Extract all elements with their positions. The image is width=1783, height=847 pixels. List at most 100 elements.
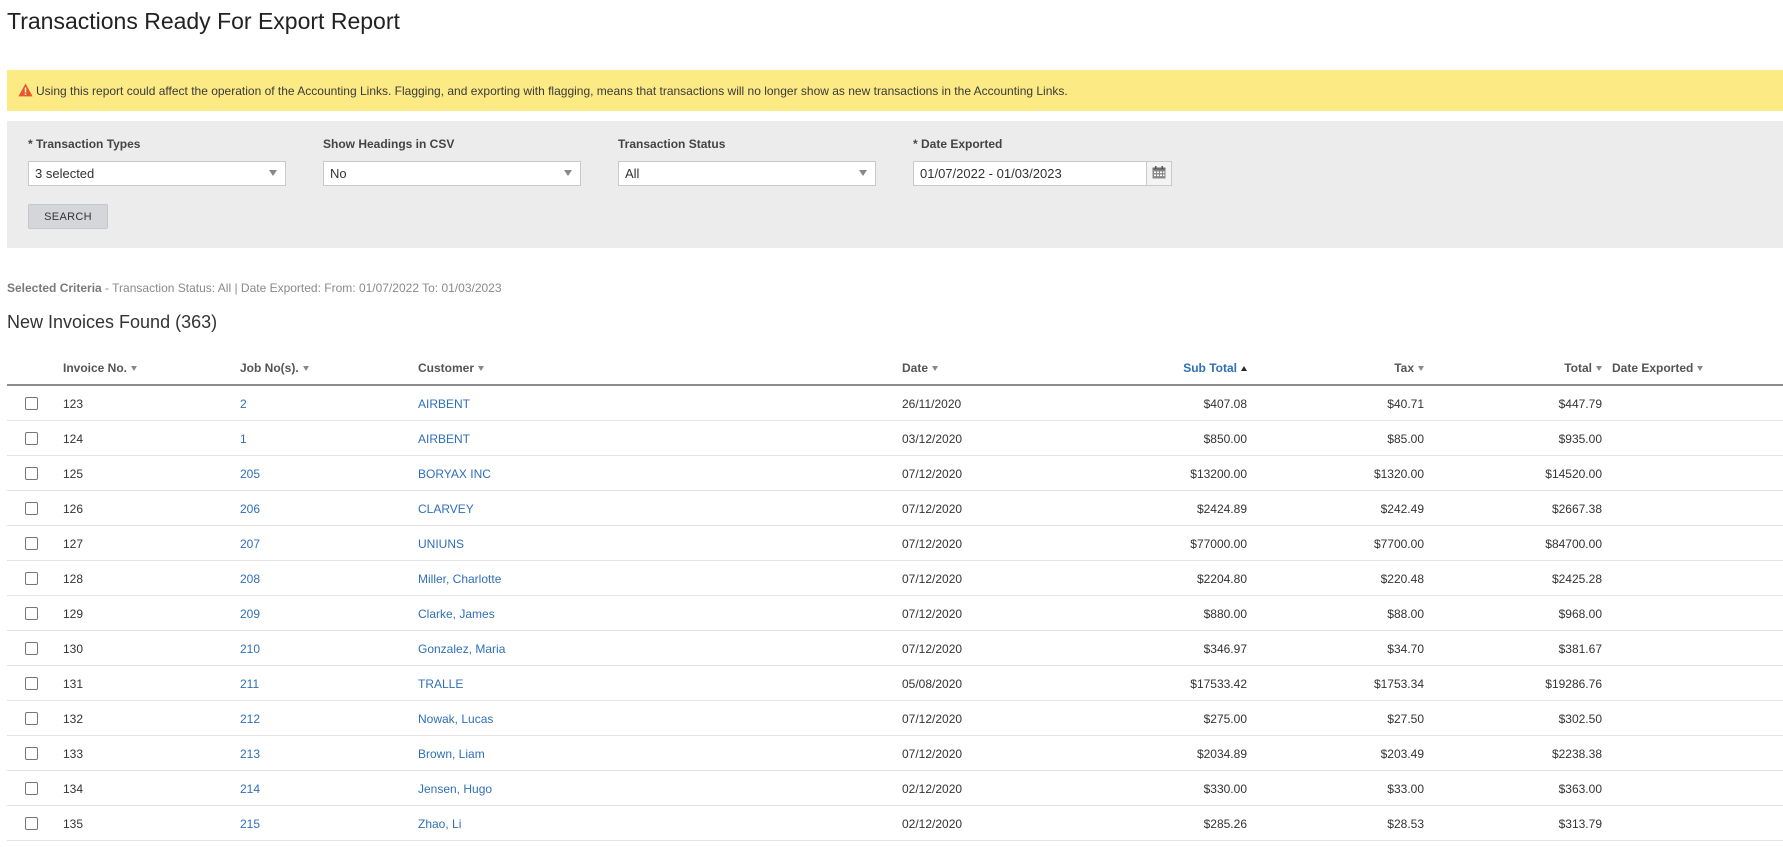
warning-text: Using this report could affect the opera… — [36, 83, 1068, 98]
table-row: 125 205 BORYAX INC 07/12/2020 $13200.00 $1320… — [7, 456, 1783, 491]
tax: $220.48 — [1380, 572, 1424, 586]
tax: $242.49 — [1380, 502, 1424, 516]
column-header-label: Invoice No. — [63, 361, 128, 375]
row-checkbox[interactable] — [25, 502, 38, 515]
date-range-value: 01/07/2022 - 01/03/2023 — [920, 166, 1062, 181]
column-header-customer[interactable]: Customer — [418, 361, 485, 375]
results-title: New Invoices Found (363) — [7, 312, 218, 332]
row-checkbox[interactable] — [25, 572, 38, 585]
customer-link[interactable]: Clarke, James — [418, 607, 495, 621]
customer-link[interactable]: Miller, Charlotte — [418, 572, 501, 586]
sub-total: $2034.89 — [1196, 747, 1247, 761]
customer-link[interactable]: TRALLE — [418, 677, 463, 691]
row-checkbox[interactable] — [25, 677, 38, 690]
tax: $27.50 — [1387, 712, 1424, 726]
transaction-types-filter: * Transaction Types 3 selected — [28, 137, 286, 186]
job-number-link[interactable]: 214 — [240, 782, 260, 796]
customer-link[interactable]: BORYAX INC — [418, 467, 491, 481]
row-checkbox[interactable] — [25, 467, 38, 480]
job-number-link[interactable]: 208 — [240, 572, 260, 586]
column-header-tax[interactable]: Tax — [1394, 361, 1424, 375]
transaction-types-label: * Transaction Types — [28, 137, 141, 151]
sub-total: $2204.80 — [1196, 572, 1247, 586]
customer-link[interactable]: AIRBENT — [418, 397, 470, 411]
row-checkbox[interactable] — [25, 817, 38, 830]
invoice-number: 133 — [63, 747, 84, 761]
column-header-total[interactable]: Total — [1564, 361, 1602, 375]
job-number-link[interactable]: 213 — [240, 747, 260, 761]
row-checkbox[interactable] — [25, 782, 38, 795]
column-header-invoice-no[interactable]: Invoice No. — [63, 361, 138, 375]
page-title: Transactions Ready For Export Report — [7, 8, 400, 34]
customer-link[interactable]: AIRBENT — [418, 432, 470, 446]
sub-total: $285.26 — [1203, 817, 1247, 831]
job-number-link[interactable]: 211 — [240, 677, 259, 691]
sub-total: $330.00 — [1203, 782, 1247, 796]
transaction-types-select[interactable]: 3 selected — [28, 161, 286, 186]
tax: $1320.00 — [1373, 467, 1424, 481]
invoice-number: 129 — [63, 607, 84, 621]
sort-down-icon — [478, 366, 485, 371]
total: $2238.38 — [1551, 747, 1602, 761]
customer-link[interactable]: Brown, Liam — [418, 747, 485, 761]
total: $363.00 — [1558, 782, 1602, 796]
table-row: 123 2 AIRBENT 26/11/2020 $407.08 $40.71 $447.7… — [7, 386, 1783, 421]
calendar-button[interactable] — [1147, 161, 1172, 186]
invoice-date: 02/12/2020 — [902, 817, 963, 831]
job-number-link[interactable]: 206 — [240, 502, 260, 516]
job-number-link[interactable]: 1 — [240, 432, 247, 446]
sub-total: $275.00 — [1203, 712, 1247, 726]
customer-link[interactable]: Nowak, Lucas — [418, 712, 493, 726]
row-checkbox[interactable] — [25, 642, 38, 655]
show-headings-select[interactable]: No — [323, 161, 581, 186]
job-number-link[interactable]: 210 — [240, 642, 260, 656]
show-headings-filter: Show Headings in CSV No — [323, 137, 581, 186]
invoice-number: 134 — [63, 782, 84, 796]
total: $2667.38 — [1551, 502, 1602, 516]
total: $313.79 — [1558, 817, 1602, 831]
date-range-input[interactable]: 01/07/2022 - 01/03/2023 — [913, 161, 1147, 186]
transaction-types-value: 3 selected — [35, 166, 95, 181]
column-header-date-exported[interactable]: Date Exported — [1612, 361, 1704, 375]
customer-link[interactable]: Jensen, Hugo — [418, 782, 492, 796]
job-number-link[interactable]: 2 — [240, 397, 247, 411]
table-row: 131 211 TRALLE 05/08/2020 $17533.42 $1753.34 $… — [7, 666, 1783, 701]
row-checkbox[interactable] — [25, 712, 38, 725]
job-number-link[interactable]: 215 — [240, 817, 260, 831]
row-checkbox[interactable] — [25, 537, 38, 550]
tax: $33.00 — [1387, 782, 1424, 796]
column-header-job-nos[interactable]: Job No(s). — [240, 361, 309, 375]
filter-panel: * Transaction Types 3 selected Show Head… — [7, 121, 1783, 248]
sub-total: $346.97 — [1203, 642, 1247, 656]
table-row: 132 212 Nowak, Lucas 07/12/2020 $275.00 $27.5… — [7, 701, 1783, 736]
job-number-link[interactable]: 212 — [240, 712, 260, 726]
job-number-link[interactable]: 207 — [240, 537, 260, 551]
invoice-date: 07/12/2020 — [902, 537, 963, 551]
customer-link[interactable]: UNIUNS — [418, 537, 464, 551]
sort-down-icon — [1596, 366, 1602, 371]
sort-down-icon — [131, 366, 138, 371]
table-body: 123 2 AIRBENT 26/11/2020 $407.08 $40.71 $447.7… — [7, 386, 1783, 841]
sort-down-icon — [1418, 366, 1424, 371]
transaction-status-value: All — [625, 166, 640, 181]
date-exported-filter: * Date Exported 01/07/2022 - 01/03/2023 — [913, 137, 1172, 186]
row-checkbox[interactable] — [25, 747, 38, 760]
column-header-sub-total[interactable]: Sub Total — [1183, 361, 1247, 375]
selected-criteria: Selected Criteria - Transaction Status: … — [7, 281, 502, 295]
job-number-link[interactable]: 205 — [240, 467, 260, 481]
column-header-date[interactable]: Date — [902, 361, 939, 375]
invoice-date: 05/08/2020 — [902, 677, 963, 691]
customer-link[interactable]: Zhao, Li — [418, 817, 461, 831]
invoice-number: 127 — [63, 537, 84, 551]
customer-link[interactable]: Gonzalez, Maria — [418, 642, 505, 656]
job-number-link[interactable]: 209 — [240, 607, 260, 621]
search-button[interactable]: SEARCH — [28, 204, 108, 229]
row-checkbox[interactable] — [25, 397, 38, 410]
invoice-number: 125 — [63, 467, 84, 481]
total: $968.00 — [1558, 607, 1602, 621]
table-header: Invoice No. Job No(s). Customer Date Sub… — [7, 350, 1783, 386]
row-checkbox[interactable] — [25, 432, 38, 445]
transaction-status-select[interactable]: All — [618, 161, 876, 186]
customer-link[interactable]: CLARVEY — [418, 502, 474, 516]
row-checkbox[interactable] — [25, 607, 38, 620]
